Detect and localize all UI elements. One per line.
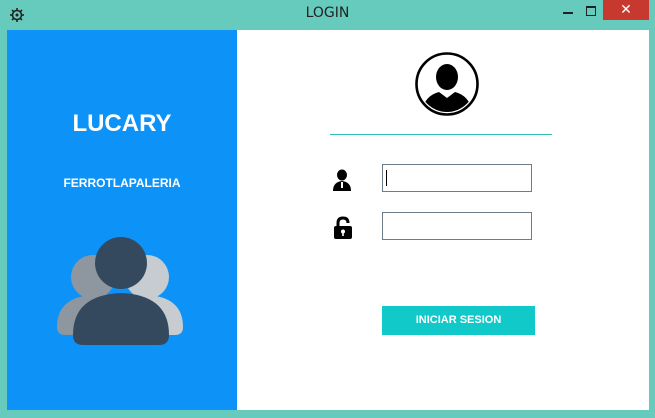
minimize-button[interactable] <box>557 4 579 18</box>
brand-subtitle: FERROTLAPALERIA <box>63 176 181 190</box>
close-button[interactable]: ✕ <box>603 0 649 20</box>
users-group-icon <box>57 237 183 345</box>
text-cursor <box>386 170 387 186</box>
user-icon <box>333 169 351 191</box>
password-field[interactable] <box>382 212 532 240</box>
login-button[interactable]: INICIAR SESION <box>382 306 535 335</box>
lock-open-icon <box>334 216 352 239</box>
brand-name: LUCARY <box>72 110 172 137</box>
title-bar[interactable]: LOGIN ✕ <box>0 0 655 30</box>
header-divider <box>330 134 552 135</box>
brand-panel: LUCARY FERROTLAPALERIA <box>7 30 237 410</box>
user-avatar-icon <box>415 52 479 116</box>
maximize-button[interactable] <box>580 4 602 18</box>
username-field[interactable] <box>382 164 532 192</box>
login-window-body: LUCARY FERROTLAPALERIA INICIAR SESION <box>7 30 649 410</box>
